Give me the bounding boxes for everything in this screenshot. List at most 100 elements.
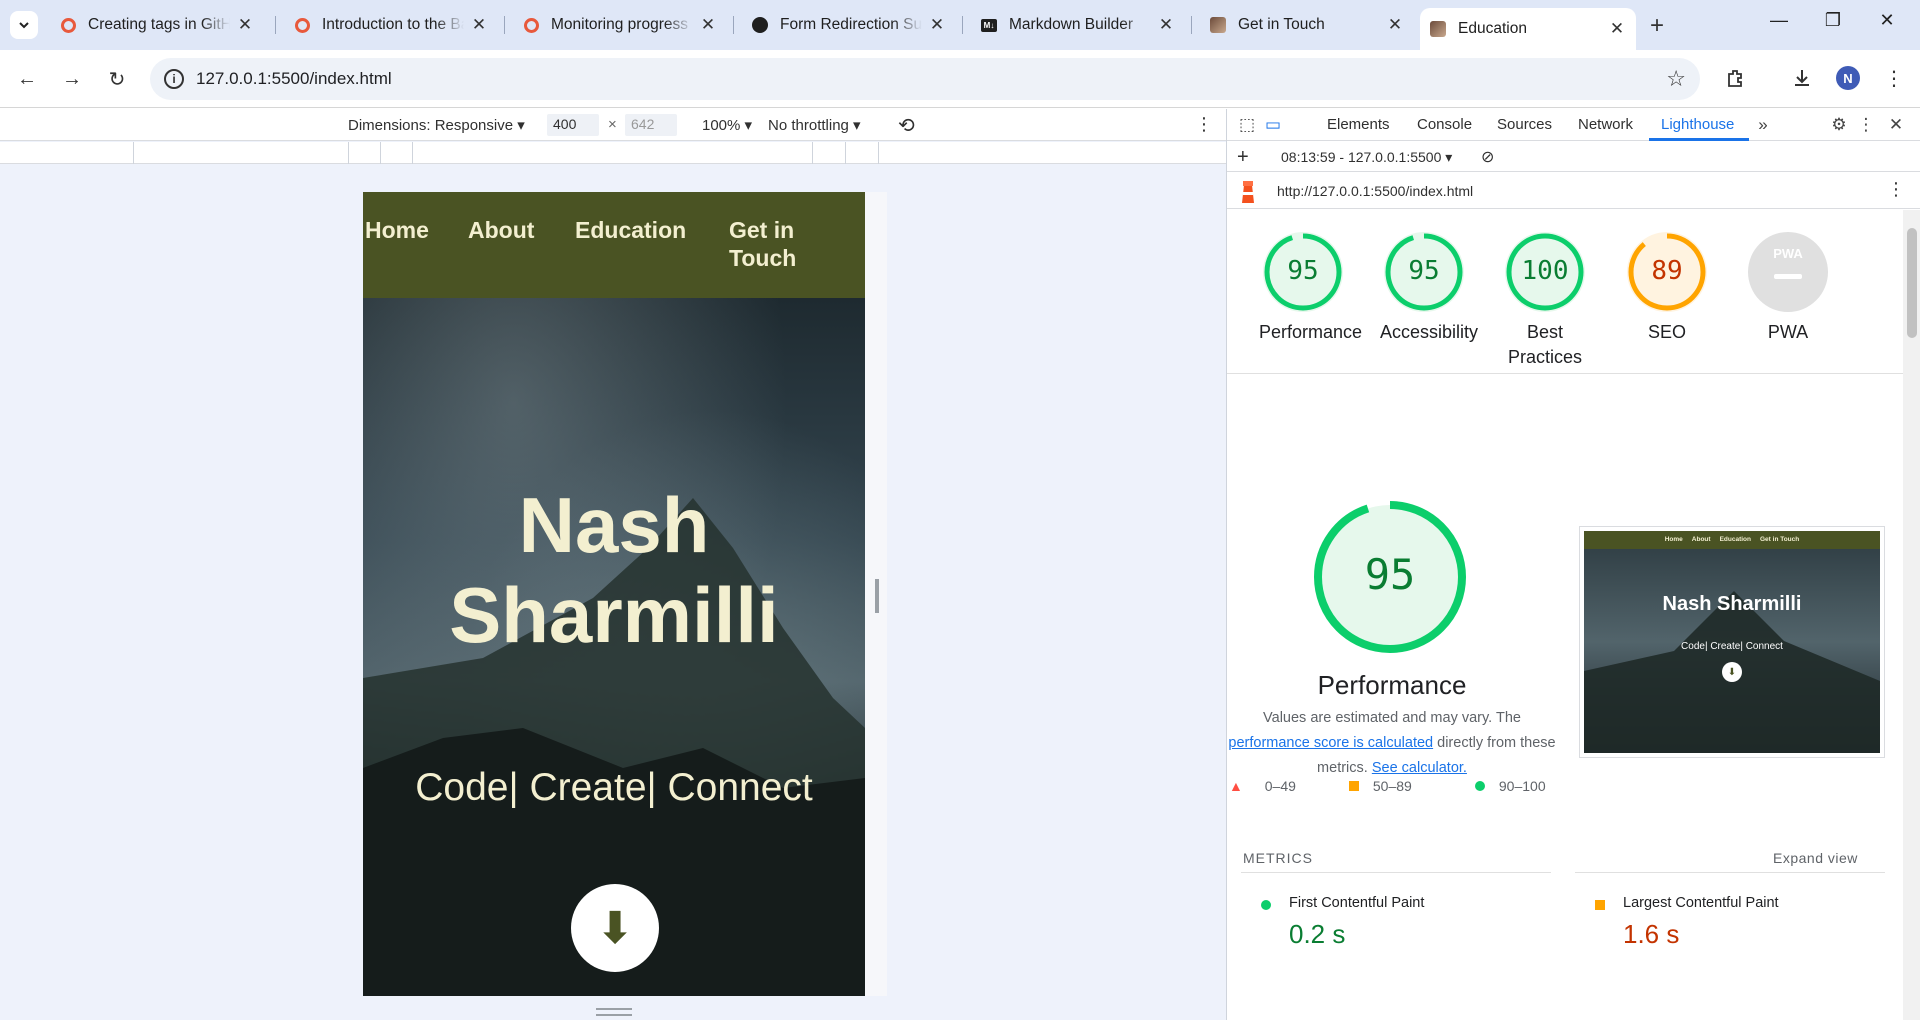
gauge-ring: 95: [1384, 232, 1464, 312]
tab-strip: Creating tags in GitHub ✕ Introduction t…: [0, 0, 1920, 50]
report-scrollbar[interactable]: [1903, 210, 1920, 1020]
browser-tab[interactable]: Introduction to the Basics ✕: [284, 8, 498, 42]
browser-tab-active[interactable]: Education ✕: [1420, 8, 1636, 50]
devtools-menu-icon[interactable]: ⋮: [1856, 115, 1876, 135]
score-gauge-seo[interactable]: 89 SEO: [1623, 232, 1711, 345]
more-options-icon[interactable]: ⋮: [1195, 114, 1213, 135]
browser-tab[interactable]: Get in Touch ✕: [1200, 8, 1414, 42]
browser-tab[interactable]: Form Redirection Success ✕: [742, 8, 956, 42]
score-gauge-accessibility[interactable]: 95 Accessibility: [1380, 232, 1478, 345]
vertical-resize-handle[interactable]: [596, 1008, 632, 1016]
thumbnail-download-icon: ⬇: [1722, 662, 1742, 682]
report-menu-icon[interactable]: ⋮: [1887, 179, 1905, 200]
tab-sources[interactable]: Sources: [1497, 116, 1552, 133]
menu-kebab-icon[interactable]: ⋮: [1880, 64, 1908, 92]
score-gauge-pwa[interactable]: PWA PWA: [1744, 232, 1832, 345]
profile-avatar[interactable]: N: [1836, 66, 1860, 90]
scrollbar-thumb[interactable]: [1907, 228, 1917, 338]
score-calculated-link[interactable]: performance score is calculated: [1228, 735, 1433, 751]
dimensions-select[interactable]: Dimensions: Responsive ▾: [348, 116, 525, 134]
portrait-icon: [1430, 21, 1446, 37]
close-devtools-icon[interactable]: ✕: [1886, 115, 1906, 135]
zoom-select[interactable]: 100% ▾: [702, 116, 752, 134]
settings-gear-icon[interactable]: ⚙: [1829, 115, 1849, 135]
nav-home-link[interactable]: Home: [365, 216, 429, 244]
close-icon[interactable]: ✕: [1386, 15, 1404, 34]
tab-title: Get in Touch: [1238, 16, 1325, 33]
throttle-select[interactable]: No throttling ▾: [768, 116, 861, 134]
close-icon[interactable]: ✕: [236, 15, 254, 34]
tab-search-button[interactable]: [10, 11, 38, 39]
metric-value: 1.6 s: [1623, 919, 1680, 949]
legend-label: 50–89: [1372, 778, 1412, 794]
tab-title: Monitoring progress: [551, 16, 688, 33]
site-info-icon[interactable]: i: [164, 69, 184, 89]
device-toggle-icon[interactable]: ▭: [1263, 115, 1283, 135]
close-icon[interactable]: ✕: [699, 15, 717, 34]
new-tab-icon[interactable]: +: [1650, 12, 1664, 40]
tab-separator: [1191, 16, 1192, 34]
back-arrow-icon[interactable]: ←: [14, 66, 40, 92]
reload-icon[interactable]: ↻: [104, 66, 130, 92]
devtools-panel: ⬚ ▭ Elements Console Sources Network Lig…: [1226, 109, 1920, 1020]
close-icon[interactable]: ✕: [1157, 15, 1175, 34]
expand-view-toggle[interactable]: Expand view: [1773, 850, 1858, 866]
gauge-ring: 89: [1627, 232, 1707, 312]
nav-contact-link[interactable]: Get in Touch: [729, 216, 819, 272]
download-arrow-icon: ⬇: [596, 903, 634, 953]
inspect-element-icon[interactable]: ⬚: [1237, 115, 1257, 135]
openai-icon: [752, 17, 768, 33]
legend-label: 90–100: [1498, 778, 1546, 794]
close-icon[interactable]: ✕: [1608, 19, 1626, 38]
gauge-score: 89: [1651, 256, 1683, 286]
average-square-icon: [1595, 900, 1605, 910]
active-tab-indicator: [1649, 138, 1749, 141]
tab-title: Introduction to the Basics: [322, 16, 464, 33]
page-screenshot-thumbnail[interactable]: Home About Education Get in Touch Nash S…: [1579, 526, 1885, 758]
tab-elements[interactable]: Elements: [1327, 116, 1390, 133]
clear-reports-icon[interactable]: ⊘: [1481, 147, 1494, 167]
url-text[interactable]: 127.0.0.1:5500/index.html: [196, 69, 392, 89]
close-icon[interactable]: ✕: [928, 15, 946, 34]
download-icon[interactable]: [1788, 64, 1816, 92]
browser-tab[interactable]: Creating tags in GitHub ✕: [50, 8, 264, 42]
metric-name: Largest Contentful Paint: [1623, 895, 1779, 911]
window-close-icon[interactable]: ✕: [1864, 10, 1910, 31]
extensions-icon[interactable]: [1722, 64, 1750, 92]
restore-icon[interactable]: ❐: [1810, 10, 1856, 31]
browser-tab[interactable]: Monitoring progress ✕: [513, 8, 727, 42]
tab-console[interactable]: Console: [1417, 116, 1472, 133]
see-calculator-link[interactable]: See calculator.: [1372, 760, 1467, 776]
metric-fcp: First Contentful Paint 0.2 s: [1241, 872, 1551, 962]
bookmark-star-icon[interactable]: ☆: [1666, 66, 1686, 92]
horizontal-resize-handle[interactable]: [875, 579, 879, 613]
lighthouse-report-bar: + 08:13:59 - 127.0.0.1:5500 ▾ ⊘: [1227, 142, 1920, 172]
score-gauge-best-practices[interactable]: 100 Best Practices: [1501, 232, 1589, 370]
close-icon[interactable]: ✕: [470, 15, 488, 34]
caret-down-icon: ▾: [517, 117, 525, 134]
browser-tab[interactable]: M↓ Markdown Builder ✕: [971, 8, 1185, 42]
thumbnail-tagline: Code| Create| Connect: [1681, 641, 1783, 652]
report-selector[interactable]: 08:13:59 - 127.0.0.1:5500 ▾: [1281, 149, 1452, 166]
performance-title: Performance: [1317, 670, 1467, 700]
hero-name: Nash Sharmilli: [363, 480, 865, 660]
score-gauge-performance[interactable]: 95 Performance: [1259, 232, 1362, 345]
nav-about-link[interactable]: About: [468, 216, 534, 244]
minimize-icon[interactable]: —: [1756, 10, 1802, 31]
gauge-label: Best Practices: [1507, 322, 1583, 367]
width-input[interactable]: 400: [547, 114, 599, 136]
nav-education-link[interactable]: Education: [575, 216, 686, 244]
height-input[interactable]: 642: [625, 114, 677, 136]
tab-lighthouse[interactable]: Lighthouse: [1661, 116, 1734, 133]
forward-arrow-icon[interactable]: →: [59, 66, 85, 92]
download-cv-button[interactable]: ⬇: [571, 884, 659, 972]
tab-network[interactable]: Network: [1578, 116, 1633, 133]
address-bar[interactable]: i 127.0.0.1:5500/index.html ☆: [150, 58, 1700, 100]
device-emulation-area: Dimensions: Responsive ▾ 400 × 642 100% …: [0, 109, 1226, 1020]
ring-icon: [523, 17, 539, 33]
rotate-icon[interactable]: ⟲: [898, 113, 915, 138]
tab-separator: [504, 16, 505, 34]
new-report-icon[interactable]: +: [1237, 146, 1249, 169]
more-tabs-icon[interactable]: »: [1753, 115, 1773, 135]
legend-fail: ▲ 0–49: [1229, 778, 1296, 794]
